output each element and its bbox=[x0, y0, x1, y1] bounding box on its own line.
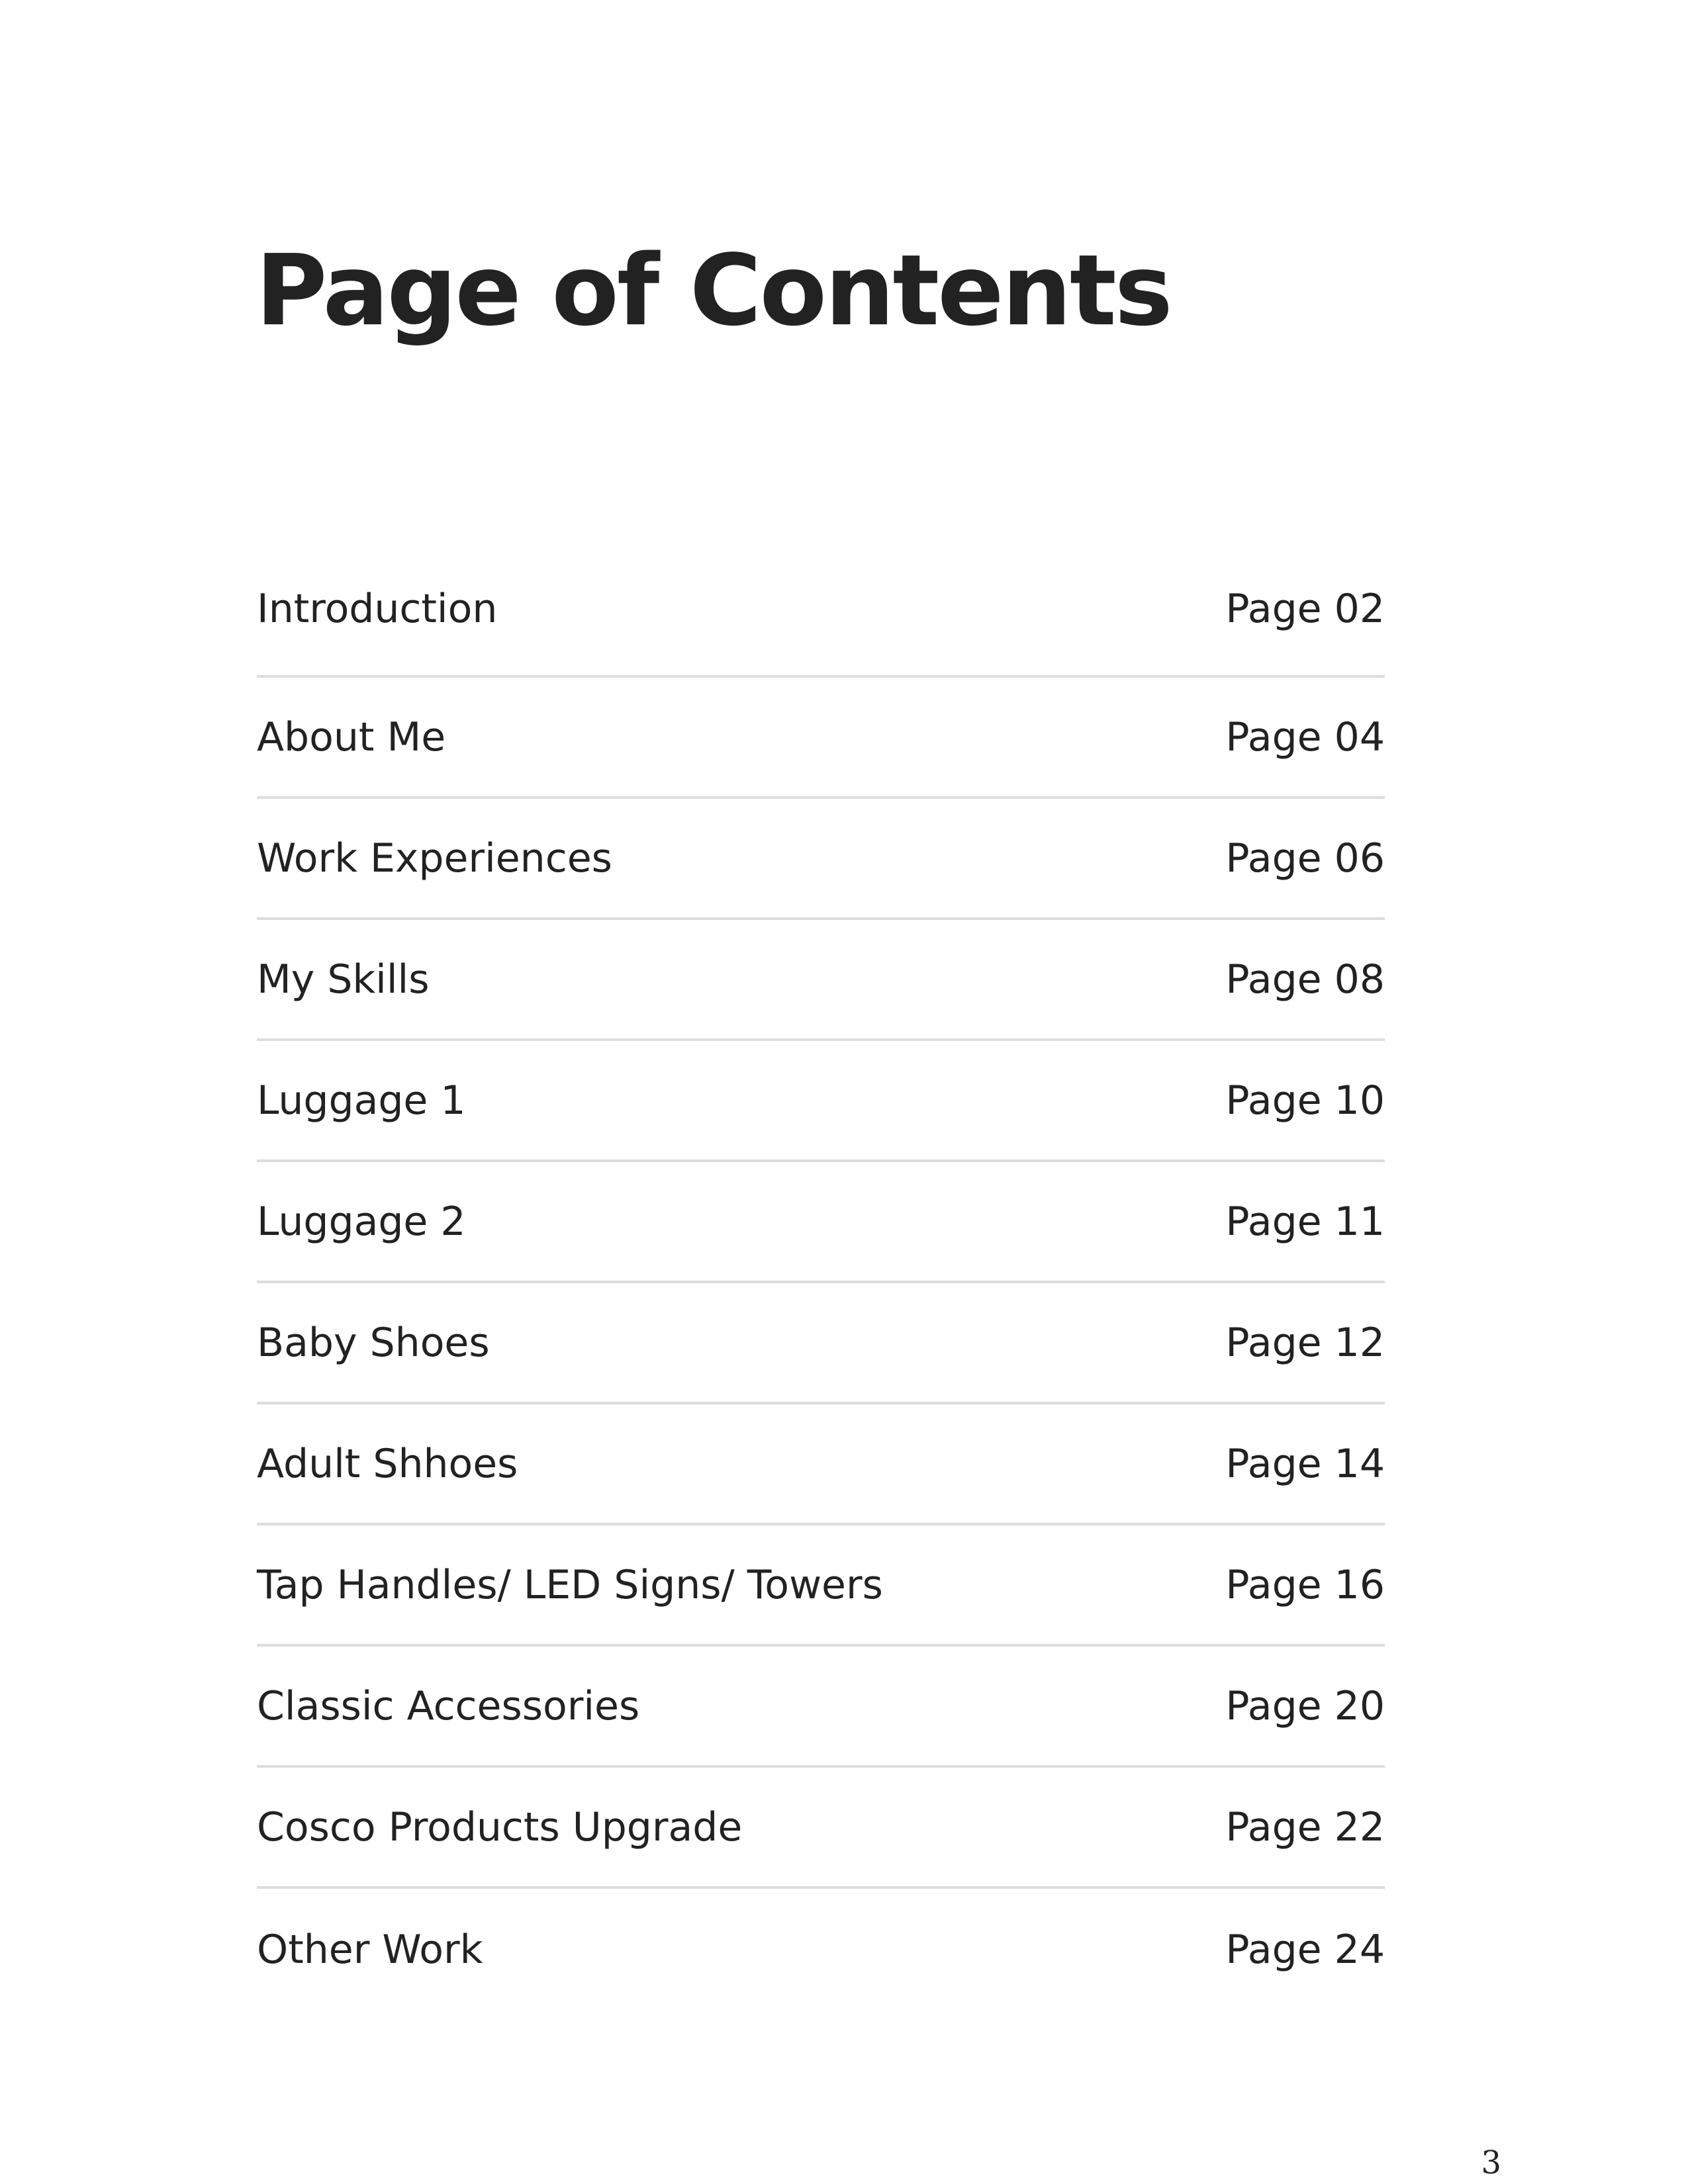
toc-entry-title[interactable]: My Skills bbox=[257, 956, 429, 1003]
toc-entry-title[interactable]: Luggage 2 bbox=[257, 1199, 466, 1245]
toc-entry-title[interactable]: Adult Shhoes bbox=[257, 1441, 518, 1487]
toc-entry[interactable]: Baby Shoes Page 12 bbox=[257, 1283, 1385, 1404]
toc-entry[interactable]: Classic Accessories Page 20 bbox=[257, 1647, 1385, 1768]
toc-entry-page[interactable]: Page 02 bbox=[1225, 586, 1385, 632]
toc-entry-page[interactable]: Page 12 bbox=[1225, 1320, 1385, 1366]
toc-entry-title[interactable]: Classic Accessories bbox=[257, 1683, 639, 1729]
toc-entry-title[interactable]: Baby Shoes bbox=[257, 1320, 490, 1366]
toc-entry-page[interactable]: Page 10 bbox=[1225, 1077, 1385, 1124]
toc-entry-page[interactable]: Page 11 bbox=[1225, 1199, 1385, 1245]
toc-entry-title[interactable]: Luggage 1 bbox=[257, 1077, 466, 1124]
toc-entry[interactable]: About Me Page 04 bbox=[257, 678, 1385, 799]
toc-entry-title[interactable]: Work Experiences bbox=[257, 835, 612, 882]
table-of-contents: Introduction Page 02 About Me Page 04 Wo… bbox=[257, 542, 1385, 2010]
toc-entry-title[interactable]: Cosco Products Upgrade bbox=[257, 1804, 742, 1850]
toc-entry[interactable]: Adult Shhoes Page 14 bbox=[257, 1404, 1385, 1525]
toc-entry-title[interactable]: Other Work bbox=[257, 1927, 483, 1973]
toc-entry-page[interactable]: Page 08 bbox=[1225, 956, 1385, 1003]
toc-entry-page[interactable]: Page 04 bbox=[1225, 714, 1385, 760]
toc-entry-title[interactable]: Introduction bbox=[257, 586, 497, 632]
toc-entry-title[interactable]: Tap Handles/ LED Signs/ Towers bbox=[257, 1562, 883, 1608]
page-title: Page of Contents bbox=[256, 234, 1173, 347]
toc-entry[interactable]: Cosco Products Upgrade Page 22 bbox=[257, 1768, 1385, 1889]
toc-entry[interactable]: Work Experiences Page 06 bbox=[257, 799, 1385, 920]
toc-entry-page[interactable]: Page 20 bbox=[1225, 1683, 1385, 1729]
toc-entry-page[interactable]: Page 24 bbox=[1225, 1927, 1385, 1973]
toc-entry[interactable]: Other Work Page 24 bbox=[257, 1889, 1385, 2010]
toc-entry[interactable]: Introduction Page 02 bbox=[257, 542, 1385, 678]
toc-entry[interactable]: Tap Handles/ LED Signs/ Towers Page 16 bbox=[257, 1525, 1385, 1647]
toc-entry-page[interactable]: Page 16 bbox=[1225, 1562, 1385, 1608]
toc-entry-page[interactable]: Page 06 bbox=[1225, 835, 1385, 882]
toc-entry[interactable]: My Skills Page 08 bbox=[257, 920, 1385, 1041]
toc-entry[interactable]: Luggage 1 Page 10 bbox=[257, 1041, 1385, 1162]
toc-entry-page[interactable]: Page 14 bbox=[1225, 1441, 1385, 1487]
toc-entry-title[interactable]: About Me bbox=[257, 714, 445, 760]
toc-entry[interactable]: Luggage 2 Page 11 bbox=[257, 1162, 1385, 1283]
page-number: 3 bbox=[1481, 2144, 1501, 2181]
toc-entry-page[interactable]: Page 22 bbox=[1225, 1804, 1385, 1850]
